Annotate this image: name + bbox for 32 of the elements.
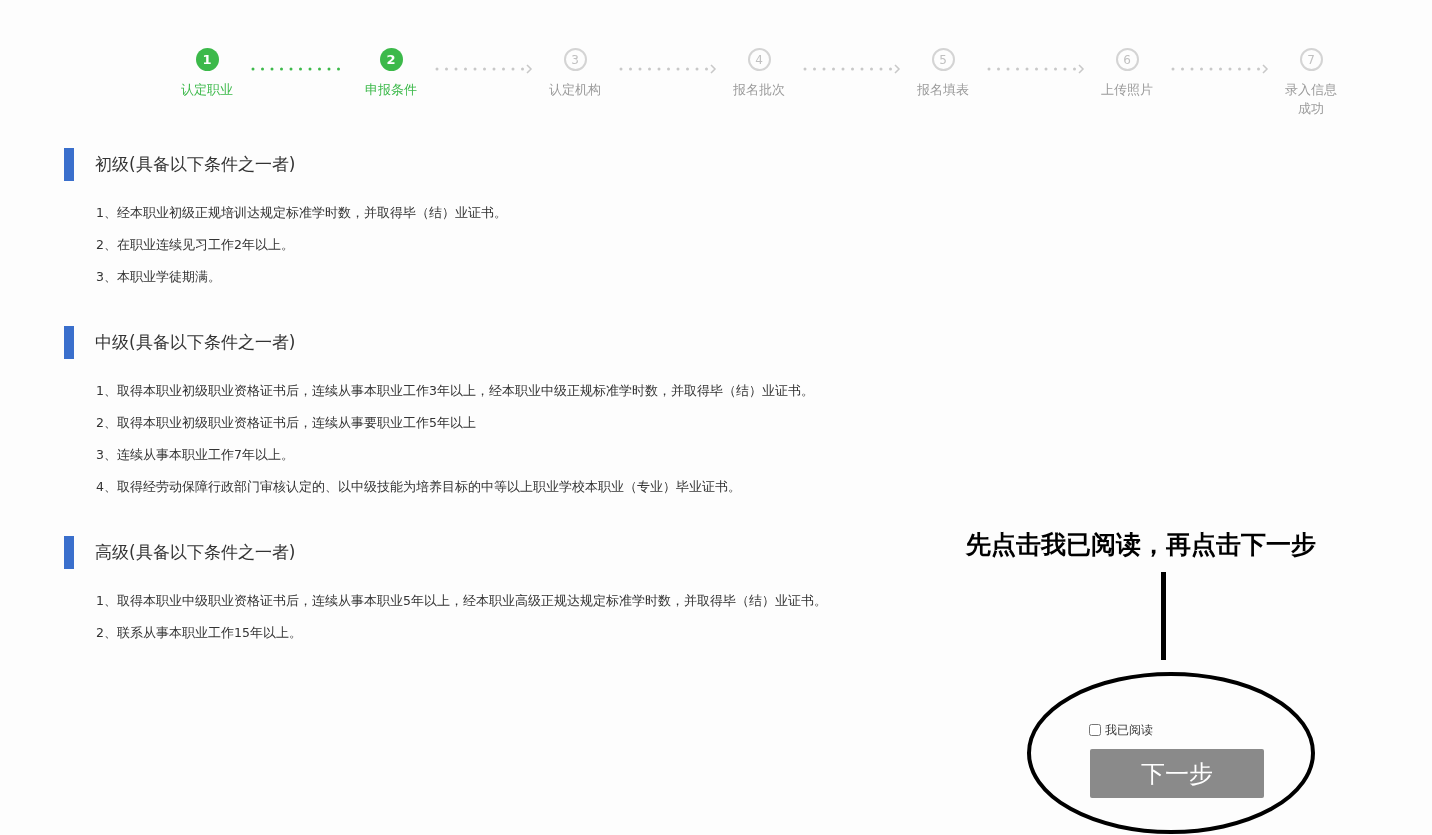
- step-number: 5: [931, 48, 955, 71]
- step-label: 上传照片: [1100, 81, 1154, 99]
- step-number: 7: [1299, 48, 1323, 71]
- step-label: 认定机构: [548, 81, 602, 99]
- step-number: 4: [747, 48, 771, 71]
- step-label: 申报条件: [364, 81, 418, 99]
- condition-text: 1、取得本职业中级职业资格证书后，连续从事本职业5年以上，经本职业高级正规达规定标准学时数，并取得毕（结）业证书。: [96, 592, 828, 610]
- section-title: 高级(具备以下条件之一者): [95, 540, 296, 564]
- condition-text: 2、联系从事本职业工作15年以上。: [96, 624, 303, 642]
- section-title: 中级(具备以下条件之一者): [95, 330, 296, 354]
- step-number: 6: [1115, 48, 1139, 71]
- step-number: 3: [563, 48, 587, 71]
- section-title: 初级(具备以下条件之一者): [95, 152, 296, 176]
- condition-text: 4、取得经劳动保障行政部门审核认定的、以中级技能为培养目标的中等以上职业学校本职业（专业）毕业证书。: [96, 478, 742, 496]
- condition-text: 3、连续从事本职业工作7年以上。: [96, 446, 295, 464]
- step-label: 录入信息成功: [1284, 81, 1338, 118]
- step-label: 报名填表: [916, 81, 970, 99]
- section-marker: [64, 536, 74, 569]
- condition-text: 1、经本职业初级正规培训达规定标准学时数，并取得毕（结）业证书。: [96, 204, 508, 222]
- condition-text: 2、在职业连续见习工作2年以上。: [96, 236, 295, 254]
- agreement-checkbox[interactable]: [1089, 724, 1101, 736]
- step-label: 报名批次: [732, 81, 786, 99]
- instruction-text: 先点击我已阅读，再点击下一步: [966, 529, 1316, 561]
- section-marker: [64, 148, 74, 181]
- condition-text: 1、取得本职业初级职业资格证书后，连续从事本职业工作3年以上，经本职业中级正规标准学时数，并取得毕（结）业证书。: [96, 382, 815, 400]
- section-marker: [64, 326, 74, 359]
- step-number: 1: [195, 48, 219, 71]
- step-label: 认定职业: [180, 81, 234, 99]
- agreement-label: 我已阅读: [1105, 722, 1153, 739]
- condition-text: 2、取得本职业初级职业资格证书后，连续从事要职业工作5年以上: [96, 414, 477, 432]
- condition-text: 3、本职业学徒期满。: [96, 268, 222, 286]
- step-number: 2: [379, 48, 403, 71]
